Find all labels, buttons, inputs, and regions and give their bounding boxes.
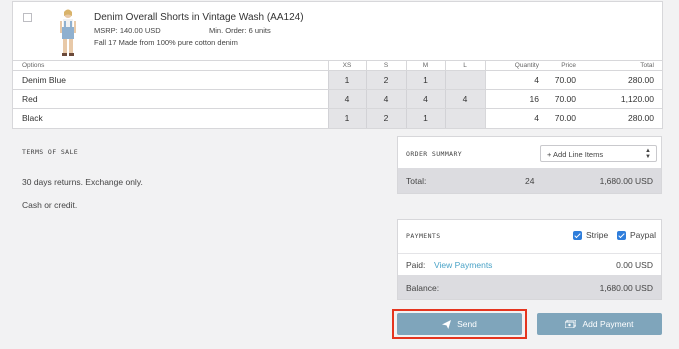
order-summary-panel: ORDER SUMMARY + Add Line Items ▲ ▼ Total:… [397,136,662,194]
product-msrp: MSRP: 140.00 USD [94,26,161,35]
size-cell-s[interactable]: 4 [365,89,406,109]
balance-amount: 1,680.00 USD [599,283,653,293]
order-total-label: Total: [406,176,427,186]
size-cell-m[interactable]: 4 [405,89,445,109]
paper-plane-icon [442,319,452,329]
stripe-label: Stripe [586,230,609,240]
size-cell-l[interactable] [444,108,485,128]
header-quantity: Quantity [484,60,544,71]
order-total-row: Total: 24 1,680.00 USD [398,168,661,193]
row-quantity: 4 [484,108,544,128]
row-total: 280.00 [628,113,654,124]
payments-divider [398,253,661,254]
paypal-label: Paypal [630,230,656,240]
product-select-checkbox[interactable] [23,13,32,22]
size-cell-l[interactable]: 4 [444,89,485,109]
row-total: 280.00 [578,70,662,90]
size-cell-l[interactable] [444,70,485,90]
row-price: 70.00 [544,89,578,109]
product-header: Denim Overall Shorts in Vintage Wash (AA… [13,2,662,60]
product-thumbnail [60,9,76,56]
grid-header-row: Options XS S M L Quantity Price Total [13,60,662,71]
product-title: Denim Overall Shorts in Vintage Wash (AA… [94,12,304,23]
add-line-items-value: + Add Line Items [547,150,604,159]
product-description: Fall 17 Made from 100% pure cotton denim [94,38,238,47]
row-total: 1,120.00 [578,89,662,109]
header-s: S [365,60,406,71]
order-summary-title: ORDER SUMMARY [406,150,463,158]
payments-panel: PAYMENTS Stripe Paypal Paid: View Paymen… [397,219,662,300]
row-quantity: 4 [484,70,544,90]
size-cell-xs[interactable]: 1 [327,108,366,128]
size-cell-xs[interactable]: 4 [327,89,366,109]
table-row: Denim Blue 1 2 1 4 70.00 280.00 [13,70,662,90]
header-options: Options [13,60,328,71]
stripe-checkbox[interactable] [573,230,582,240]
header-m: M [405,60,445,71]
header-l: L [444,60,485,71]
header-xs: XS [327,60,366,71]
paypal-checkbox[interactable] [617,230,626,240]
paid-label: Paid: [406,260,426,270]
row-option: Denim Blue [13,70,328,90]
row-quantity: 16 [484,89,544,109]
size-cell-xs[interactable]: 1 [327,70,366,90]
send-button-label: Send [457,319,477,329]
header-total: Total [578,60,662,71]
table-row: Black 1 2 1 4 70.00 280.00 [13,108,662,128]
size-grid: Options XS S M L Quantity Price Total De… [13,60,662,128]
add-payment-label: Add Payment [582,319,634,329]
terms-returns-text: 30 days returns. Exchange only. [22,177,143,187]
payments-title: PAYMENTS [406,232,441,240]
stripe-option[interactable]: Stripe [573,230,608,240]
row-price: 70.00 [554,113,576,124]
product-card: Denim Overall Shorts in Vintage Wash (AA… [12,1,663,129]
table-row: Red 4 4 4 4 16 70.00 1,120.00 [13,89,662,109]
order-total-quantity: 24 [525,176,535,186]
terms-payment-text: Cash or credit. [22,200,78,210]
paypal-option[interactable]: Paypal [617,230,656,240]
add-line-items-select[interactable]: + Add Line Items ▲ ▼ [540,145,657,162]
row-price: 70.00 [544,70,578,90]
paid-amount: 0.00 USD [616,260,653,270]
size-cell-s[interactable]: 2 [365,70,406,90]
select-arrows-icon: ▲ ▼ [645,148,651,160]
size-cell-m[interactable]: 1 [405,70,445,90]
cash-icon [565,320,577,328]
send-button[interactable]: Send [397,313,522,335]
row-option: Black [22,113,43,124]
balance-row: Balance: 1,680.00 USD [398,275,661,299]
add-payment-button[interactable]: Add Payment [537,313,662,335]
balance-label: Balance: [406,283,440,293]
size-cell-s[interactable]: 2 [365,108,406,128]
header-price: Price [544,60,578,71]
view-payments-link[interactable]: View Payments [434,260,492,270]
terms-of-sale-title: TERMS OF SALE [22,148,79,156]
row-option: Red [13,89,328,109]
product-min-order: Min. Order: 6 units [209,26,271,35]
order-total-amount: 1,680.00 USD [599,176,653,186]
size-cell-m[interactable]: 1 [405,108,445,128]
